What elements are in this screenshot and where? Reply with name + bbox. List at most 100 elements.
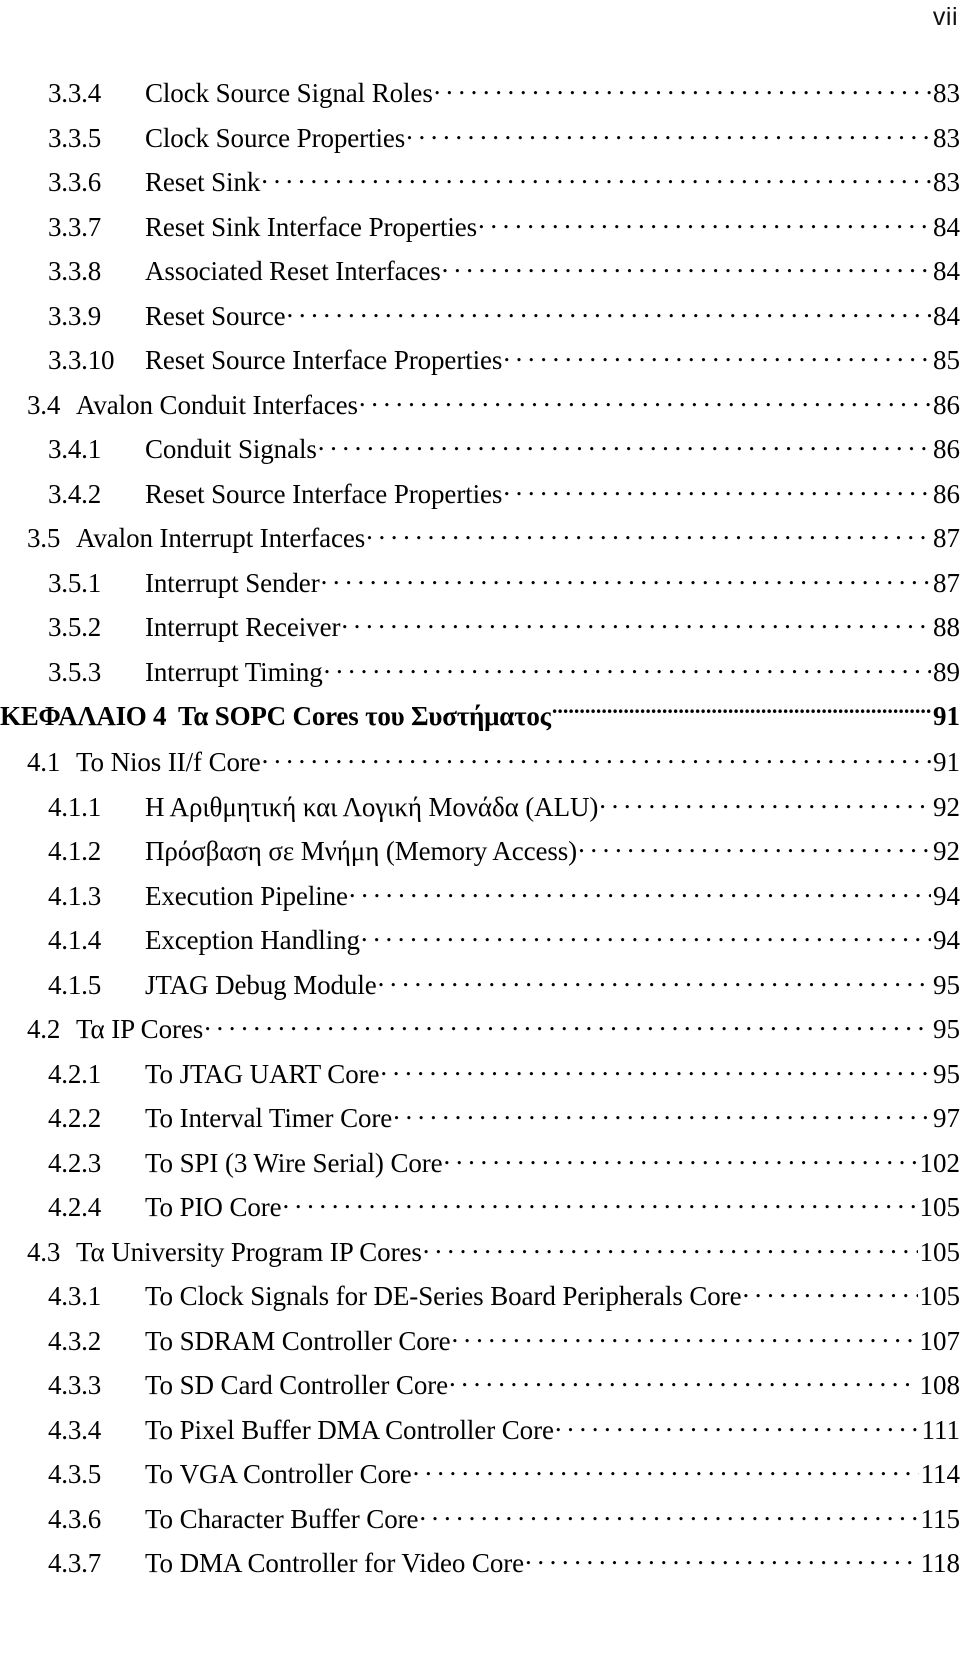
- toc-entry-page-number: 95: [933, 1014, 960, 1044]
- toc-entry[interactable]: ΚΕΦΑΛΑΙΟ 4 Τα SOPC Cores του Συστήματος 91: [0, 695, 960, 741]
- toc-dot-leader: [419, 1498, 918, 1528]
- toc-entry[interactable]: 3.3.4 Clock Source Signal Roles 83: [0, 72, 960, 117]
- toc-entry[interactable]: 3.5.3 Interrupt Timing 89: [0, 651, 960, 696]
- toc-entry[interactable]: 3.3.5 Clock Source Properties 83: [0, 117, 960, 162]
- toc-entry[interactable]: 3.4.2 Reset Source Interface Properties 86: [0, 473, 960, 518]
- toc-dot-leader: [451, 1320, 917, 1350]
- toc-entry-page-number: 95: [933, 969, 960, 1000]
- toc-entry[interactable]: 4.3.6 Το Character Buffer Core 115: [0, 1498, 960, 1543]
- toc-dot-leader: [366, 517, 931, 547]
- toc-entry-page-number: 84: [933, 300, 960, 331]
- toc-entry-number: 3.5.1: [48, 567, 102, 598]
- toc-dot-leader: [555, 1409, 920, 1439]
- toc-entry-title: Το VGA Controller Core: [145, 1459, 412, 1489]
- toc-entry[interactable]: 4.1.5 JTAG Debug Module 95: [0, 964, 960, 1009]
- toc-dot-leader: [599, 786, 931, 816]
- toc-dot-leader: [444, 1142, 918, 1172]
- toc-dot-leader: [423, 1231, 918, 1261]
- toc-entry[interactable]: 3.5 Avalon Interrupt Interfaces 87: [0, 517, 960, 562]
- toc-entry[interactable]: 4.2 Τα IP Cores 95: [0, 1008, 960, 1053]
- toc-entry[interactable]: 4.3.5 Το VGA Controller Core 114: [0, 1453, 960, 1498]
- toc-entry-number: 3.3.8: [48, 256, 102, 286]
- toc-entry-page-number: 95: [933, 1058, 960, 1089]
- toc-entry[interactable]: 4.1.4 Exception Handling 94: [0, 919, 960, 964]
- toc-entry-number: 4.3.5: [48, 1459, 102, 1489]
- toc-entry[interactable]: 4.3.4 Το Pixel Buffer DMA Controller Core…: [0, 1409, 960, 1454]
- toc-entry-page-number: 105: [919, 1192, 960, 1222]
- toc-dot-leader: [321, 562, 931, 592]
- toc-entry-title: Το Nios II/f Core: [76, 747, 261, 777]
- toc-entry-page-number: 92: [933, 791, 960, 822]
- toc-dot-leader: [341, 606, 931, 636]
- toc-entry-number: 3.3.9: [48, 300, 102, 331]
- toc-entry-number: ΚΕΦΑΛΑΙΟ 4: [0, 701, 167, 731]
- toc-entry[interactable]: 4.2.1 Το JTAG UART Core 95: [0, 1053, 960, 1098]
- toc-entry[interactable]: 4.3.2 Το SDRAM Controller Core 107: [0, 1320, 960, 1365]
- document-page: vii 3.3.4Clock Source Signal Roles833.3.…: [0, 0, 960, 1663]
- toc-entry-page-number: 105: [919, 1281, 960, 1311]
- toc-entry-title: Clock Source Signal Roles: [145, 78, 433, 108]
- toc-entry[interactable]: 3.5.1 Interrupt Sender 87: [0, 562, 960, 607]
- toc-entry[interactable]: 4.1.1 Η Αριθμητική και Λογική Μονάδα (ALU…: [0, 786, 960, 831]
- toc-entry[interactable]: 4.2.4 Το PIO Core 105: [0, 1186, 960, 1231]
- toc-entry-number: 4.3.6: [48, 1503, 102, 1534]
- toc-entry-number: 3.3.6: [48, 167, 102, 197]
- toc-entry-number: 3.4.2: [48, 478, 102, 509]
- toc-entry-page-number: 87: [933, 523, 960, 553]
- toc-entry-number: 4.3.4: [48, 1414, 102, 1445]
- toc-dot-leader: [442, 250, 931, 280]
- toc-entry[interactable]: 4.3.1 Το Clock Signals for DE-Series Boar…: [0, 1275, 960, 1320]
- toc-entry-number: 4.3.2: [48, 1325, 102, 1356]
- toc-entry[interactable]: 3.5.2 Interrupt Receiver 88: [0, 606, 960, 651]
- toc-entry-title: Το SPI (3 Wire Serial) Core: [145, 1147, 443, 1178]
- toc-entry-title: Το Interval Timer Core: [145, 1103, 393, 1133]
- toc-entry-page-number: 92: [933, 836, 960, 866]
- toc-entry-number: 4.1.1: [48, 791, 102, 822]
- toc-entry-page-number: 89: [933, 656, 960, 687]
- toc-entry-title: Conduit Signals: [145, 434, 317, 464]
- toc-entry-title: Exception Handling: [145, 925, 360, 955]
- toc-entry-page-number: 83: [933, 78, 960, 108]
- toc-entry-page-number: 86: [933, 434, 960, 464]
- toc-dot-leader: [478, 206, 931, 236]
- toc-dot-leader: [742, 1275, 917, 1305]
- toc-entry[interactable]: 3.4.1 Conduit Signals 86: [0, 428, 960, 473]
- toc-entry-page-number: 115: [920, 1503, 960, 1534]
- toc-entry-title: JTAG Debug Module: [145, 969, 377, 1000]
- toc-entry-page-number: 94: [933, 880, 960, 911]
- toc-entry-title: Τα IP Cores: [76, 1014, 204, 1044]
- toc-entry[interactable]: 3.4 Avalon Conduit Interfaces 86: [0, 384, 960, 429]
- toc-entry[interactable]: 3.3.8 Associated Reset Interfaces 84: [0, 250, 960, 295]
- toc-dot-leader: [349, 875, 931, 905]
- toc-entry[interactable]: 4.1.3 Execution Pipeline 94: [0, 875, 960, 920]
- toc-entry-page-number: 83: [933, 167, 960, 197]
- toc-entry-title: Πρόσβαση σε Μνήμη (Memory Access): [145, 836, 578, 866]
- toc-entry[interactable]: 4.1 Το Nios II/f Core 91: [0, 741, 960, 786]
- toc-entry-number: 4.3.7: [48, 1548, 102, 1578]
- toc-dot-leader: [261, 161, 931, 191]
- toc-entry[interactable]: 4.1.2 Πρόσβαση σε Μνήμη (Memory Access) 92: [0, 830, 960, 875]
- toc-entry-page-number: 83: [933, 122, 960, 153]
- toc-entry[interactable]: 4.3.7 Το DMA Controller for Video Core 118: [0, 1542, 960, 1587]
- toc-entry[interactable]: 4.2.3 Το SPI (3 Wire Serial) Core 102: [0, 1142, 960, 1187]
- toc-entry[interactable]: 3.3.10 Reset Source Interface Properties 8…: [0, 339, 960, 384]
- toc-entry[interactable]: 3.3.6 Reset Sink 83: [0, 161, 960, 206]
- toc-entry-number: 3.4: [27, 389, 61, 420]
- toc-entry[interactable]: 3.3.7 Reset Sink Interface Properties 84: [0, 206, 960, 251]
- toc-entry-number: 3.3.7: [48, 211, 102, 242]
- toc-entry-page-number: 108: [919, 1370, 960, 1400]
- toc-entry-number: 4.1.4: [48, 925, 102, 955]
- toc-entry-page-number: 94: [933, 925, 960, 955]
- toc-entry-title: Η Αριθμητική και Λογική Μονάδα (ALU): [145, 791, 599, 822]
- toc-entry[interactable]: 4.2.2 Το Interval Timer Core 97: [0, 1097, 960, 1142]
- toc-entry[interactable]: 4.3.3 Το SD Card Controller Core 108: [0, 1364, 960, 1409]
- toc-entry-number: 3.5: [27, 523, 61, 553]
- toc-entry-title: Το DMA Controller for Video Core: [145, 1548, 525, 1578]
- toc-entry-page-number: 97: [933, 1103, 960, 1133]
- toc-entry-title: Τα University Program IP Cores: [76, 1236, 422, 1267]
- toc-entry-number: 3.3.10: [48, 345, 115, 375]
- toc-entry[interactable]: 4.3 Τα University Program IP Cores 105: [0, 1231, 960, 1276]
- toc-dot-leader: [552, 695, 931, 725]
- toc-entry[interactable]: 3.3.9 Reset Source 84: [0, 295, 960, 340]
- toc-entry-title: Το PIO Core: [145, 1192, 282, 1222]
